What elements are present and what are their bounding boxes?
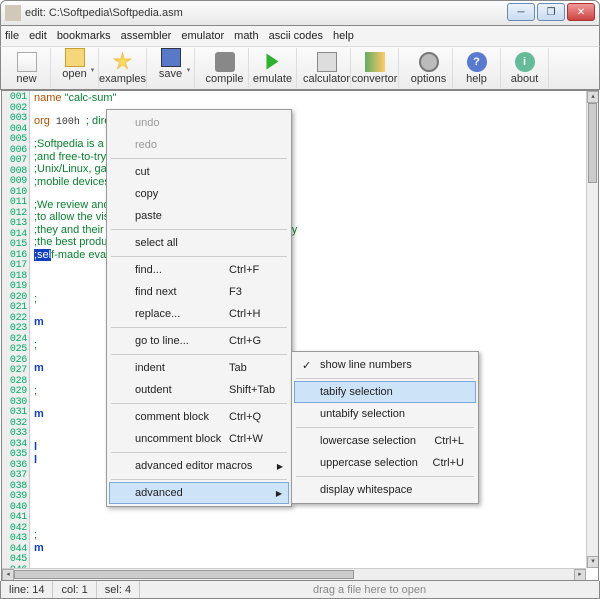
menu-emulator[interactable]: emulator [181, 30, 224, 42]
emulate-icon [263, 52, 283, 72]
menu-paste[interactable]: paste [109, 205, 289, 227]
tool-emulate[interactable]: emulate [249, 48, 297, 88]
horizontal-scrollbar[interactable]: ◂ ▸ [2, 568, 586, 580]
compile-icon [215, 52, 235, 72]
vertical-scrollbar[interactable]: ▴ ▾ [586, 91, 598, 568]
convertor-icon [365, 52, 385, 72]
submenu-lowercase[interactable]: lowercase selectionCtrl+L [294, 430, 476, 452]
menu-file[interactable]: file [5, 30, 19, 42]
status-col: col: 1 [53, 581, 96, 598]
submenu-uppercase[interactable]: uppercase selectionCtrl+U [294, 452, 476, 474]
help-icon: ? [467, 52, 487, 72]
menu-edit[interactable]: edit [29, 30, 47, 42]
scroll-down-button[interactable]: ▾ [587, 556, 599, 568]
menu-outdent[interactable]: outdentShift+Tab [109, 379, 289, 401]
menu-cut[interactable]: cut [109, 161, 289, 183]
scroll-right-button[interactable]: ▸ [574, 569, 586, 581]
menu-ascii[interactable]: ascii codes [269, 30, 323, 42]
menu-macros[interactable]: advanced editor macros▶ [109, 455, 289, 477]
status-drag-hint: drag a file here to open [140, 584, 599, 596]
menu-comment[interactable]: comment blockCtrl+Q [109, 406, 289, 428]
scroll-thumb-h[interactable] [14, 570, 354, 579]
about-icon: i [515, 52, 535, 72]
menu-copy[interactable]: copy [109, 183, 289, 205]
submenu-untabify[interactable]: untabify selection [294, 403, 476, 425]
tool-compile[interactable]: compile [201, 48, 249, 88]
window-title: edit: C:\Softpedia\Softpedia.asm [25, 7, 183, 19]
menu-math[interactable]: math [234, 30, 258, 42]
menu-find[interactable]: find...Ctrl+F [109, 259, 289, 281]
tool-convertor[interactable]: convertor [351, 48, 399, 88]
line-gutter: 001 002 003 004 005 006 007 008 009 010 … [2, 91, 30, 568]
scroll-thumb-v[interactable] [588, 103, 597, 183]
close-button[interactable]: ✕ [567, 3, 595, 21]
menu-find-next[interactable]: find nextF3 [109, 281, 289, 303]
scroll-left-button[interactable]: ◂ [2, 569, 14, 581]
toolbar: newopenexamplessavecompileemulatecalcula… [0, 46, 600, 90]
menu-replace[interactable]: replace...Ctrl+H [109, 303, 289, 325]
examples-icon [113, 52, 133, 72]
tool-options[interactable]: options [405, 48, 453, 88]
minimize-button[interactable]: ─ [507, 3, 535, 21]
submenu-show-lines[interactable]: show line numbers [294, 354, 476, 376]
scroll-up-button[interactable]: ▴ [587, 91, 599, 103]
menu-help[interactable]: help [333, 30, 354, 42]
submenu-whitespace[interactable]: display whitespace [294, 479, 476, 501]
save-icon [161, 48, 181, 67]
menu-redo[interactable]: redo [109, 134, 289, 156]
tool-open[interactable]: open [51, 48, 99, 88]
advanced-submenu: show line numbers tabify selection untab… [291, 351, 479, 504]
editor-area: 001 002 003 004 005 006 007 008 009 010 … [1, 90, 599, 581]
status-line: line: 14 [1, 581, 53, 598]
calculator-icon [317, 52, 337, 72]
title-bar: edit: C:\Softpedia\Softpedia.asm ─ ❐ ✕ [0, 0, 600, 26]
tool-new[interactable]: new [3, 48, 51, 88]
menu-indent[interactable]: indentTab [109, 357, 289, 379]
menu-bar: file edit bookmarks assembler emulator m… [0, 26, 600, 46]
tool-calculator[interactable]: calculator [303, 48, 351, 88]
menu-uncomment[interactable]: uncomment blockCtrl+W [109, 428, 289, 450]
app-icon [5, 5, 21, 21]
menu-assembler[interactable]: assembler [121, 30, 172, 42]
menu-undo[interactable]: undo [109, 112, 289, 134]
submenu-tabify[interactable]: tabify selection [294, 381, 476, 403]
status-bar: line: 14 col: 1 sel: 4 drag a file here … [0, 581, 600, 599]
context-menu: undo redo cut copy paste select all find… [106, 109, 292, 507]
menu-select-all[interactable]: select all [109, 232, 289, 254]
tool-save[interactable]: save [147, 48, 195, 88]
tool-about[interactable]: iabout [501, 48, 549, 88]
options-icon [419, 52, 439, 72]
status-sel: sel: 4 [97, 581, 140, 598]
tool-help[interactable]: ?help [453, 48, 501, 88]
open-icon [65, 48, 85, 67]
menu-advanced[interactable]: advanced▶ [109, 482, 289, 504]
menu-goto[interactable]: go to line...Ctrl+G [109, 330, 289, 352]
tool-examples[interactable]: examples [99, 48, 147, 88]
menu-bookmarks[interactable]: bookmarks [57, 30, 111, 42]
new-icon [17, 52, 37, 72]
maximize-button[interactable]: ❐ [537, 3, 565, 21]
